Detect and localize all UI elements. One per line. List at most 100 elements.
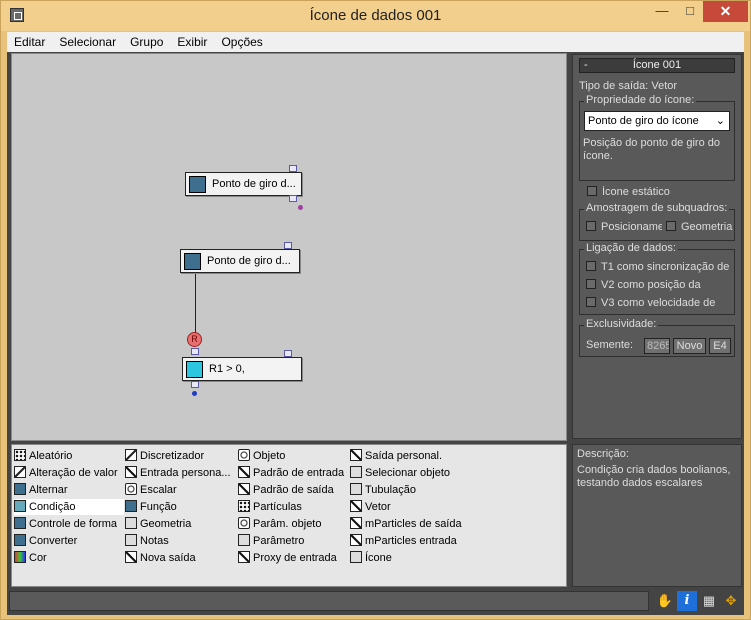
seed-field[interactable]: 8265 <box>644 338 670 354</box>
info-icon[interactable]: i <box>677 591 697 611</box>
palette-item[interactable]: Parâm. objeto <box>238 516 348 532</box>
palette-item[interactable]: mParticles de saída <box>350 516 465 532</box>
menu-grupo[interactable]: Grupo <box>123 32 170 50</box>
move-icon[interactable]: ✥ <box>721 591 741 611</box>
checkbox-box[interactable] <box>586 279 596 289</box>
arrow-icon <box>125 466 137 478</box>
t1-checkbox[interactable]: T1 como sincronização de <box>586 261 734 273</box>
palette-item-label: Geometria <box>140 518 192 530</box>
palette-item[interactable]: Proxy de entrada <box>238 550 348 566</box>
arrow-icon <box>350 534 362 546</box>
menu-exibir[interactable]: Exibir <box>170 32 214 50</box>
select-value: Ponto de giro do ícone <box>588 115 699 127</box>
menu-selecionar[interactable]: Selecionar <box>52 32 123 50</box>
static-icon-checkbox[interactable]: Ícone estático <box>587 186 670 198</box>
property-select[interactable]: Ponto de giro do ícone ⌄ <box>584 111 730 131</box>
input-port[interactable] <box>284 242 292 249</box>
arrow-icon <box>350 449 362 461</box>
palette-item-label: mParticles entrada <box>365 535 457 547</box>
palette-item-label: Cor <box>29 552 47 564</box>
node-pivot-1[interactable]: Ponto de giro d... <box>185 172 302 196</box>
hand-icon[interactable]: ✋ <box>655 591 675 611</box>
cyan-icon <box>14 500 26 512</box>
palette-item[interactable]: Objeto <box>238 448 348 464</box>
palette-item[interactable]: Aleatório <box>14 448 124 464</box>
e4-button[interactable]: E4 <box>709 338 731 354</box>
node-label: R1 > 0, <box>209 363 245 375</box>
input-port[interactable] <box>284 350 292 357</box>
checkbox-box[interactable] <box>586 297 596 307</box>
palette-item[interactable]: Escalar <box>125 482 237 498</box>
palette-item[interactable]: Converter <box>14 533 124 549</box>
node-pivot-2[interactable]: Ponto de giro d... <box>180 249 300 273</box>
output-port[interactable] <box>289 195 297 202</box>
output-port[interactable] <box>191 381 199 388</box>
palette-item[interactable]: Notas <box>125 533 237 549</box>
input-port[interactable] <box>191 348 199 355</box>
node-canvas[interactable]: Ponto de giro d... Ponto de giro d... R … <box>11 53 567 441</box>
menu-opcoes[interactable]: Opções <box>214 32 269 50</box>
checkbox-label: V2 como posição da <box>601 279 701 291</box>
palette-item-label: Controle de forma <box>29 518 118 530</box>
palette-item-label: Padrão de entrada <box>253 467 345 479</box>
palette-item[interactable]: Entrada persona... <box>125 465 237 481</box>
palette-item[interactable]: Função <box>125 499 237 515</box>
collapse-toggle[interactable]: - <box>584 59 588 72</box>
v3-checkbox[interactable]: V3 como velocidade de <box>586 297 734 309</box>
node-condition[interactable]: R1 > 0, <box>182 357 302 381</box>
checkbox-box[interactable] <box>586 221 596 231</box>
position-checkbox[interactable]: Posicionamento <box>586 221 662 233</box>
palette-item[interactable]: Alternar <box>14 482 124 498</box>
menu-editar[interactable]: Editar <box>7 32 52 50</box>
palette-item[interactable]: Parâmetro <box>238 533 348 549</box>
blue-icon <box>125 500 137 512</box>
palette-item[interactable]: Padrão de saída <box>238 482 348 498</box>
checkbox-box[interactable] <box>666 221 676 231</box>
ring-icon <box>238 449 250 461</box>
group-title: Exclusividade: <box>584 318 659 330</box>
palette-item[interactable]: Ícone <box>350 550 465 566</box>
minimize-button[interactable]: — <box>648 1 676 22</box>
palette-item[interactable]: Condição <box>14 499 124 515</box>
v2-checkbox[interactable]: V2 como posição da <box>586 279 734 291</box>
palette-item-label: Ícone <box>365 552 392 564</box>
chevron-down-icon: ⌄ <box>715 115 725 127</box>
palette-item[interactable]: Selecionar objeto <box>350 465 465 481</box>
new-button[interactable]: Novo <box>673 338 706 354</box>
rollout-title: Ícone 001 <box>632 59 682 71</box>
title-bar[interactable]: Ícone de dados 001 — □ ✕ <box>1 1 750 31</box>
palette-item-label: Selecionar objeto <box>365 467 451 479</box>
palette-item[interactable]: Geometria <box>125 516 237 532</box>
maximize-button[interactable]: □ <box>676 1 704 22</box>
palette-item[interactable]: Nova saída <box>125 550 237 566</box>
prop-group: Propriedade do ícone: Ponto de giro do í… <box>579 94 735 181</box>
palette-item[interactable]: Cor <box>14 550 124 566</box>
palette-item[interactable]: Vetor <box>350 499 465 515</box>
palette-item[interactable]: Saída personal. <box>350 448 465 464</box>
palette-item[interactable]: Partículas <box>238 499 348 515</box>
blue-icon <box>14 483 26 495</box>
arrow-icon <box>238 466 250 478</box>
wire-marker[interactable]: R <box>187 332 202 347</box>
rollout-header[interactable]: - Ícone 001 <box>579 58 735 73</box>
description-text: Condição cria dados boolianos, testando … <box>577 464 731 489</box>
palette-item[interactable]: Controle de forma <box>14 516 124 532</box>
palette-item[interactable]: Tubulação <box>350 482 465 498</box>
checkbox-label: Posicionamento <box>601 221 662 233</box>
close-button[interactable]: ✕ <box>703 1 748 22</box>
checkbox-box[interactable] <box>586 261 596 271</box>
checkbox-box[interactable] <box>587 186 597 196</box>
output-dot <box>298 205 303 210</box>
geometry-checkbox[interactable]: Geometria <box>666 221 734 233</box>
ring-icon <box>125 483 137 495</box>
palette-item[interactable]: Padrão de entrada <box>238 465 348 481</box>
app-window: Ícone de dados 001 — □ ✕ Editar Seleciona… <box>0 0 751 620</box>
node-icon[interactable]: ▦ <box>699 591 719 611</box>
palette-item[interactable]: Alteração de valor <box>14 465 124 481</box>
input-port[interactable] <box>289 165 297 172</box>
palette-item[interactable]: Discretizador <box>125 448 237 464</box>
status-bar <box>9 591 649 611</box>
window-title: Ícone de dados 001 <box>309 7 442 24</box>
node-icon <box>184 253 201 270</box>
palette-item[interactable]: mParticles entrada <box>350 533 465 549</box>
